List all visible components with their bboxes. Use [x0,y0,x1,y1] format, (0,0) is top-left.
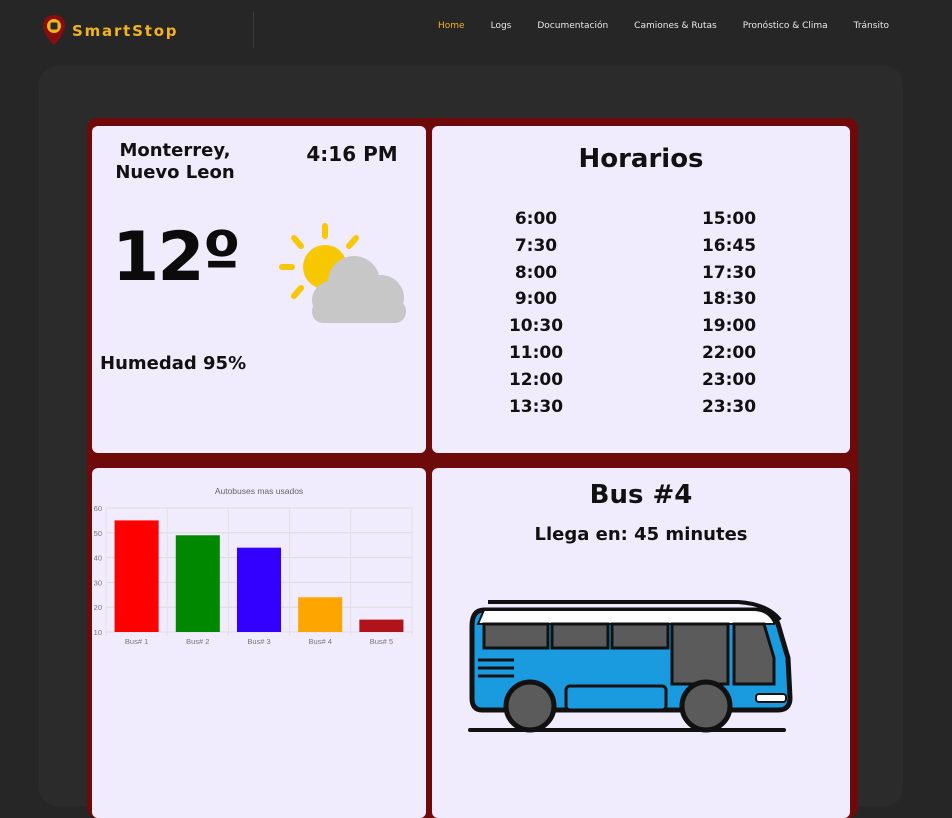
y-tick-label: 40 [94,554,102,563]
schedule-time: 16:45 [701,235,757,256]
nav-transito[interactable]: Tránsito [854,21,889,31]
chart-bar [298,597,343,632]
region-line: Nuevo Leon [115,162,235,183]
chart-bar [359,619,404,632]
schedule-panel: Horarios 6:00 7:30 8:00 9:00 10:30 11:00… [432,126,850,453]
bus-eta: Llega en: 45 minutes [534,524,748,545]
x-tick-label: Bus# 2 [186,637,209,646]
schedule-time: 17:30 [701,262,757,283]
y-tick-label: 60 [94,504,102,513]
schedule-time: 10:30 [508,316,564,337]
humidity-label: Humedad 95% [100,353,247,374]
schedule-time: 15:00 [701,209,757,229]
schedule-time: 8:00 [514,262,558,283]
schedule-title: Horarios [578,144,704,174]
y-tick-label: 10 [94,628,102,637]
schedule-time: 13:30 [508,396,564,417]
nav-pronostico-clima[interactable]: Pronóstico & Clima [743,21,828,31]
schedule-time: 7:30 [514,235,558,256]
chart-bar [114,520,159,632]
schedule-column-left: 6:00 7:30 8:00 9:00 10:30 11:00 12:00 13… [476,206,596,420]
weather-panel: Monterrey, Nuevo Leon 4:16 PM 12º Humeda… [92,126,426,453]
main-container: Monterrey, Nuevo Leon 4:16 PM 12º Humeda… [39,66,903,818]
schedule-time: 23:00 [701,369,757,390]
dashboard-frame: Monterrey, Nuevo Leon 4:16 PM 12º Humeda… [87,118,858,818]
bar-chart: Autobuses mas usados 10 20 30 40 50 60 Bus# 1 Bu… [94,486,413,646]
schedule-time: 12:00 [508,369,564,390]
x-tick-label: Bus# 1 [125,637,148,646]
schedule-time: 23:30 [701,396,757,417]
bus-icon [468,600,793,733]
schedule-time: 11:00 [508,342,564,363]
chart-panel: Autobuses mas usados 10 20 30 40 50 60 Bus# 1 Bu… [92,468,426,818]
nav-divider [253,12,254,48]
schedule-time: 22:00 [701,342,757,363]
schedule-column-right: 15:00 16:45 17:30 18:30 19:00 22:00 23:0… [669,206,789,420]
brand-name: SmartStop [72,22,179,40]
chart-bar [175,535,220,632]
schedule-time: 9:00 [514,289,558,310]
location-pin-icon [43,15,65,45]
y-tick-label: 30 [94,578,102,587]
current-time: 4:16 PM [306,142,398,166]
y-tick-label: 50 [94,529,102,538]
nav-camiones-rutas[interactable]: Camiones & Rutas [634,21,717,31]
y-tick-label: 20 [94,603,102,612]
schedule-time: 6:00 [514,209,558,229]
chart-title: Autobuses mas usados [215,486,303,496]
city-name: Monterrey, Nuevo Leon [110,140,240,184]
nav-home[interactable]: Home [438,21,465,31]
bus-panel: Bus #4 Llega en: 45 minutes [432,468,850,818]
x-tick-label: Bus# 5 [370,637,393,646]
nav-documentacion[interactable]: Documentación [537,21,608,31]
main-nav: Home Logs Documentación Camiones & Rutas… [438,21,889,31]
chart-bar [236,547,282,632]
x-tick-label: Bus# 4 [309,637,332,646]
brand-logo[interactable]: SmartStop [42,14,177,46]
nav-logs[interactable]: Logs [491,21,512,31]
schedule-time: 18:30 [701,289,757,310]
bus-title: Bus #4 [589,480,693,510]
partly-cloudy-icon [279,223,406,323]
x-tick-label: Bus# 3 [247,637,270,646]
schedule-time: 19:00 [701,316,757,337]
city-line: Monterrey, [119,140,231,161]
temperature: 12º [112,218,241,297]
top-navbar: SmartStop Home Logs Documentación Camion… [0,0,952,62]
